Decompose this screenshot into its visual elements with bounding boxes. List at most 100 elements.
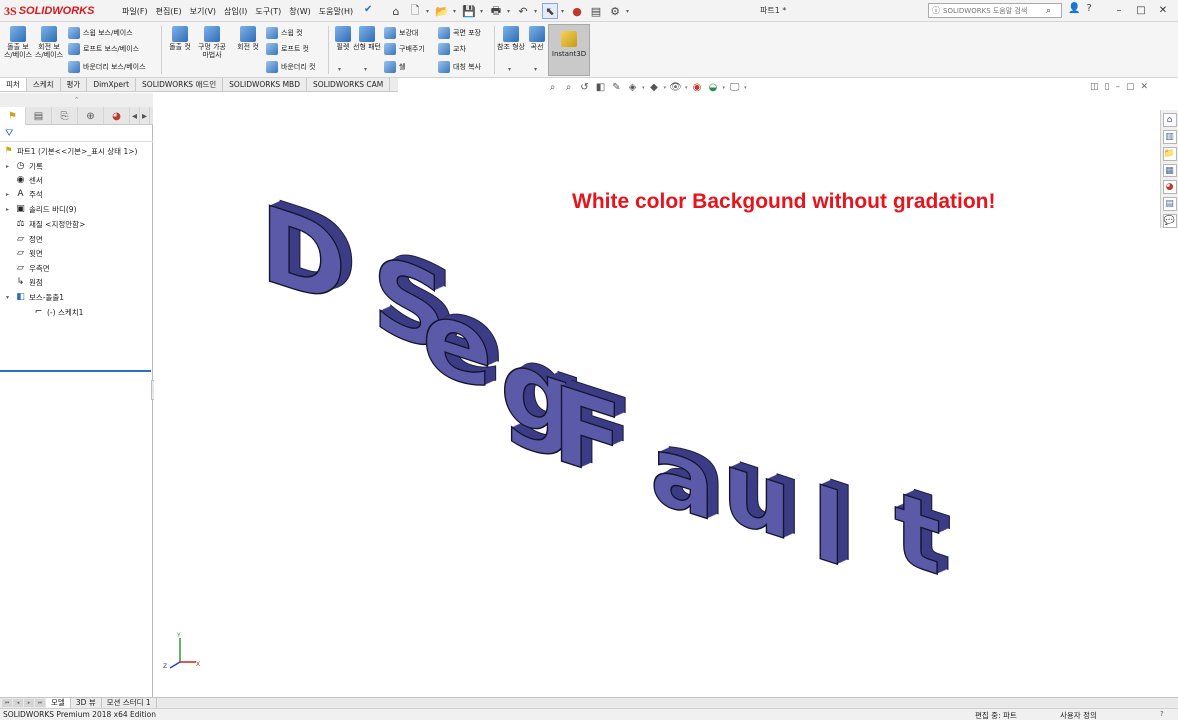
boss-extrude-button[interactable]: 돌출 보스/베이스: [3, 26, 33, 59]
forum-icon[interactable]: 💬: [1162, 214, 1177, 229]
tree-item-material[interactable]: ⚖ 재질 <지정안함>: [6, 217, 85, 231]
linear-pattern-button[interactable]: 선형 패턴: [352, 26, 382, 51]
tab-mbd[interactable]: SOLIDWORKS MBD: [223, 78, 307, 91]
maximize-button[interactable]: □: [1130, 2, 1152, 18]
options-gear-icon[interactable]: ⚙: [607, 3, 623, 19]
expand-arrow-icon[interactable]: ▸: [6, 206, 12, 213]
chevron-down-icon[interactable]: ▾: [364, 66, 367, 73]
menu-help[interactable]: 도움말(H): [315, 4, 357, 19]
shell-button[interactable]: 쉘: [384, 60, 405, 74]
menu-edit[interactable]: 편집(E): [152, 4, 186, 19]
tab-cam[interactable]: SOLIDWORKS CAM: [307, 78, 391, 91]
rebuild-traffic-light-icon[interactable]: ●: [569, 3, 585, 19]
chevron-down-icon[interactable]: ▾: [664, 85, 667, 91]
tree-item-sensors[interactable]: ◉ 센서: [6, 173, 43, 187]
chevron-down-icon[interactable]: ▾: [453, 8, 458, 15]
file-properties-icon[interactable]: ▤: [588, 3, 604, 19]
viewport-tile-icon[interactable]: ▯: [1105, 82, 1110, 92]
tree-item-history[interactable]: ▸ ◷ 기록: [6, 159, 43, 173]
chevron-down-icon[interactable]: ▾: [744, 85, 747, 91]
search-icon[interactable]: ⌕: [1046, 6, 1051, 16]
menu-view[interactable]: 보기(V): [186, 4, 220, 19]
loft-boss-button[interactable]: 로프트 보스/베이스: [68, 42, 139, 56]
unit-system[interactable]: 사용자 정의: [1060, 710, 1097, 720]
chevron-down-icon[interactable]: ▾: [626, 8, 631, 15]
select-cursor-icon[interactable]: ⬉: [542, 3, 558, 19]
model-letter[interactable]: ttttttttttttt: [893, 461, 952, 578]
draft-button[interactable]: 구배주기: [384, 42, 425, 56]
first-tab-icon[interactable]: ⏮: [2, 699, 12, 707]
model-letter[interactable]: eeeeeeeeeeeee: [421, 264, 504, 420]
appearances-icon[interactable]: ◕: [1162, 180, 1177, 195]
revolve-boss-button[interactable]: 회전 보스/베이스: [34, 26, 64, 59]
tab-3d-view[interactable]: 3D 뷰: [71, 698, 102, 708]
print-icon[interactable]: 🖶: [488, 3, 504, 19]
expand-arrow-icon[interactable]: ▸: [6, 191, 12, 198]
tree-item-boss-extrude[interactable]: ▾ ◧ 보스-돌출1: [6, 290, 64, 304]
mirror-button[interactable]: 대칭 복사: [438, 60, 481, 74]
chevron-down-icon[interactable]: ▾: [338, 66, 341, 73]
sweep-boss-button[interactable]: 스윕 보스/베이스: [68, 26, 133, 40]
open-folder-icon[interactable]: 📂: [434, 3, 450, 19]
help-search-box[interactable]: ⓘ ⌕: [928, 3, 1062, 18]
custom-properties-icon[interactable]: ▤: [1162, 197, 1177, 212]
boundary-cut-button[interactable]: 바운더리 컷: [266, 60, 315, 74]
menu-insert[interactable]: 삽입(I): [220, 4, 251, 19]
sweep-cut-button[interactable]: 스윕 컷: [266, 26, 303, 40]
solidworks-resources-icon[interactable]: ⌂: [1162, 113, 1177, 127]
viewport-restore-icon[interactable]: ◫: [1090, 82, 1099, 92]
user-icon[interactable]: 👤: [1068, 3, 1080, 14]
next-tab-icon[interactable]: ▸: [24, 699, 34, 707]
property-manager-tab-icon[interactable]: ▤: [26, 107, 52, 125]
model-letter[interactable]: aaaaaaaaaaaaa: [649, 404, 726, 548]
dimxpert-manager-tab-icon[interactable]: ⊕: [78, 107, 104, 125]
design-library-icon[interactable]: ▥: [1162, 129, 1177, 144]
tree-filter[interactable]: ⛛: [0, 126, 153, 142]
chevron-down-icon[interactable]: ▾: [508, 66, 511, 73]
chevron-down-icon[interactable]: ▾: [480, 8, 485, 15]
chevron-right-icon[interactable]: ▸: [140, 107, 150, 125]
model-letter[interactable]: DDDDDDDDDDDDD: [262, 174, 358, 335]
new-document-icon[interactable]: 🗋: [407, 3, 423, 19]
tab-dimxpert[interactable]: DimXpert: [87, 78, 137, 91]
chevron-down-icon[interactable]: ▾: [723, 85, 726, 91]
chevron-down-icon[interactable]: ▾: [507, 8, 512, 15]
search-input[interactable]: [943, 6, 1043, 15]
rollback-bar[interactable]: [0, 370, 151, 372]
help-question-icon[interactable]: ?: [1086, 3, 1091, 14]
tab-motion-study[interactable]: 모션 스터디 1: [102, 698, 157, 708]
boundary-boss-button[interactable]: 바운더리 보스/베이스: [68, 60, 146, 74]
collapse-arrow-icon[interactable]: ▾: [6, 294, 12, 301]
tab-sketch[interactable]: 스케치: [27, 78, 61, 91]
loft-cut-button[interactable]: 로프트 컷: [266, 42, 309, 56]
last-tab-icon[interactable]: ⏭: [35, 699, 45, 707]
tab-addins[interactable]: SOLIDWORKS 애드인: [136, 78, 224, 91]
tree-item-solid-bodies[interactable]: ▸ ▣ 솔리드 바디(9): [6, 202, 77, 216]
chevron-down-icon[interactable]: ▾: [534, 8, 539, 15]
expand-arrow-icon[interactable]: ▸: [6, 163, 12, 170]
filter-funnel-icon[interactable]: ⛛: [5, 128, 13, 139]
solidworks-logo[interactable]: 3S SOLIDWORKS: [4, 3, 94, 19]
chevron-down-icon[interactable]: ▾: [561, 8, 566, 15]
wrap-button[interactable]: 곡면 포장: [438, 26, 481, 40]
tab-model[interactable]: 모델: [46, 698, 71, 708]
intersect-button[interactable]: 교차: [438, 42, 466, 56]
panel-grip[interactable]: ⌃: [0, 93, 153, 107]
chevron-down-icon[interactable]: ▾: [534, 66, 537, 73]
chevron-left-icon[interactable]: ◂: [130, 107, 140, 125]
tree-item-annotations[interactable]: ▸ A 주석: [6, 187, 43, 201]
model-letter[interactable]: lllllllllllll: [811, 457, 857, 578]
instant3d-button[interactable]: Instant3D: [548, 24, 590, 76]
tree-item-top-plane[interactable]: ▱ 윗면: [6, 246, 43, 260]
revolve-cut-button[interactable]: 회전 컷: [233, 26, 263, 51]
menu-file[interactable]: 파일(F): [118, 4, 152, 19]
view-palette-icon[interactable]: ▦: [1162, 163, 1177, 178]
feature-manager-tab-icon[interactable]: ⚑: [0, 107, 26, 125]
undo-icon[interactable]: ↶: [515, 3, 531, 19]
file-explorer-icon[interactable]: 📁: [1162, 146, 1177, 161]
menu-window[interactable]: 창(W): [285, 4, 315, 19]
tab-features[interactable]: 피처: [0, 78, 27, 91]
configuration-manager-tab-icon[interactable]: ⎘: [52, 107, 78, 125]
viewport-maximize-icon[interactable]: ▢: [1126, 82, 1135, 92]
rib-button[interactable]: 보강대: [384, 26, 418, 40]
